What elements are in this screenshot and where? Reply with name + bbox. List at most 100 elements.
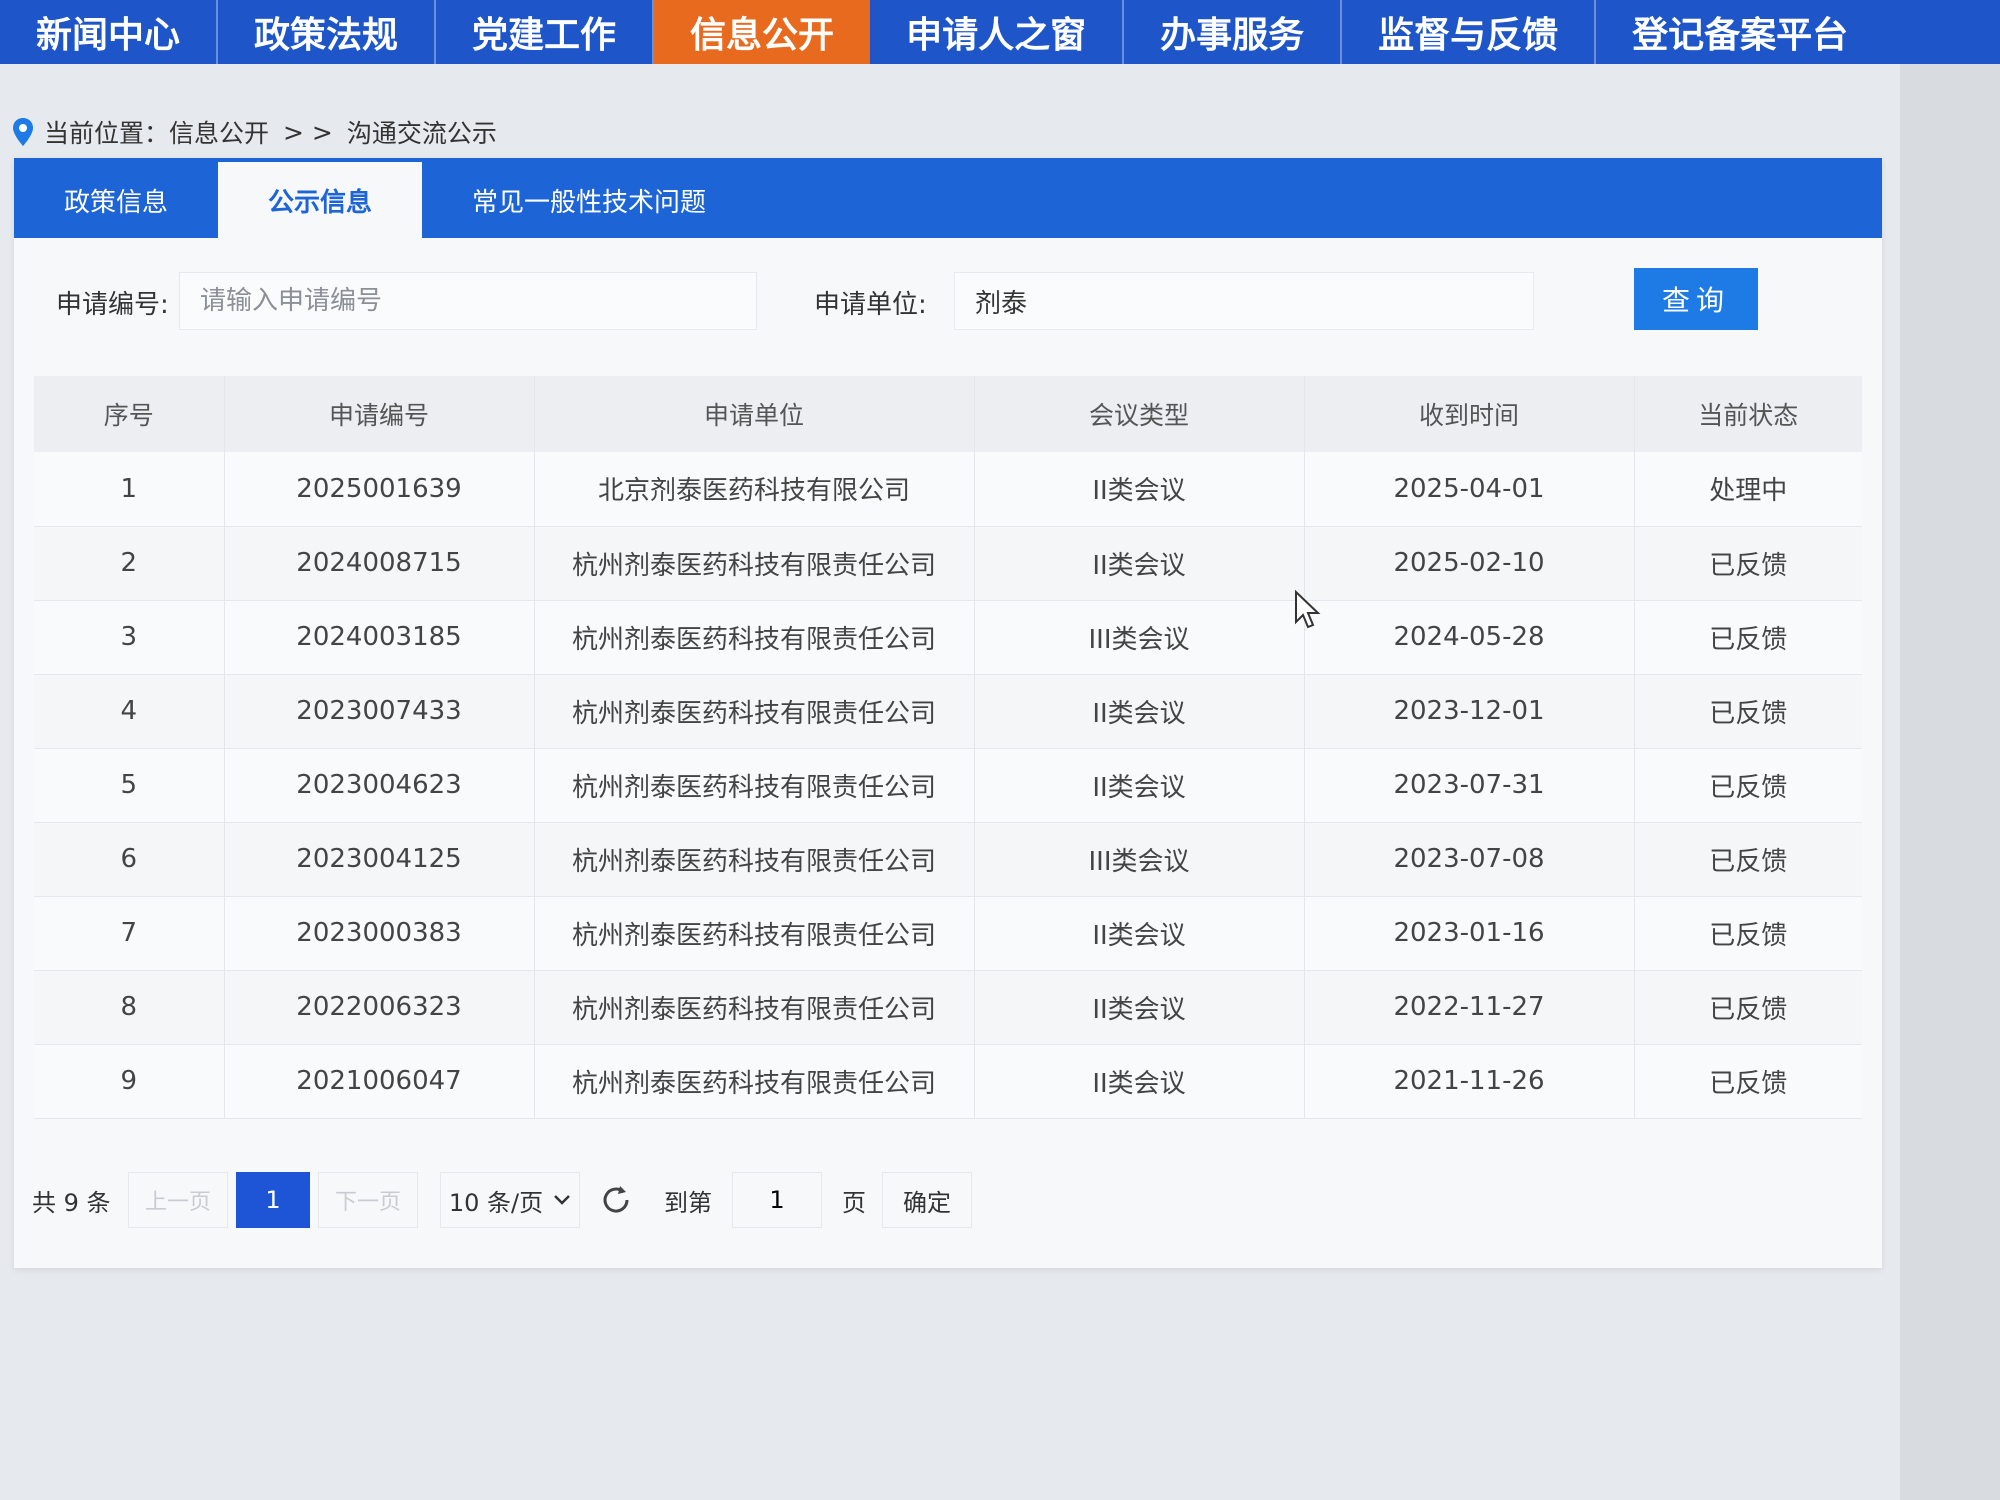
- table-row[interactable]: 3 2024003185 杭州剂泰医药科技有限责任公司 III类会议 2024-05-2…: [34, 600, 1862, 674]
- table-cell: 2: [34, 526, 225, 600]
- top-navigation: 新闻中心 政策法规 党建工作 信息公开 申请人之窗 办事服务 监督与反馈 登记备案平台: [0, 0, 2000, 64]
- table-cell: 北京剂泰医药科技有限公司: [534, 452, 975, 526]
- prev-page-button[interactable]: 上一页: [128, 1172, 228, 1228]
- table-cell: 2024003185: [224, 600, 535, 674]
- pagination: 共 9 条 上一页 1 下一页 10 条/页 到第 页 确定: [14, 1168, 1114, 1232]
- refresh-icon[interactable]: [598, 1182, 634, 1218]
- nav-item-1[interactable]: 政策法规: [218, 0, 437, 64]
- table-cell: 2021-11-26: [1304, 1044, 1635, 1118]
- table-cell: 杭州剂泰医药科技有限责任公司: [534, 1044, 975, 1118]
- table-cell: 6: [34, 822, 225, 896]
- table-cell: II类会议: [974, 674, 1305, 748]
- table-cell: 2024-05-28: [1304, 600, 1635, 674]
- table-cell: II类会议: [974, 1044, 1305, 1118]
- table-cell: 4: [34, 674, 225, 748]
- total-count: 共 9 条: [32, 1188, 111, 1217]
- table-row[interactable]: 5 2023004623 杭州剂泰医药科技有限责任公司 II类会议 2023-07-31…: [34, 748, 1862, 822]
- nav-item-7[interactable]: 登记备案平台: [1596, 0, 1884, 64]
- page-size-select[interactable]: 10 条/页: [440, 1172, 580, 1228]
- table-row[interactable]: 8 2022006323 杭州剂泰医药科技有限责任公司 II类会议 2022-11-27…: [34, 970, 1862, 1044]
- table-cell: 杭州剂泰医药科技有限责任公司: [534, 526, 975, 600]
- table-cell: 已反馈: [1709, 920, 1788, 951]
- column-header-4: 收到时间: [1304, 376, 1635, 452]
- table-cell: 处理中: [1709, 476, 1788, 507]
- table-cell: 2025-04-01: [1304, 452, 1635, 526]
- column-header-1: 申请编号: [224, 376, 535, 452]
- table-cell: 2023000383: [224, 896, 535, 970]
- table-cell: II类会议: [974, 452, 1305, 526]
- nav-item-6[interactable]: 监督与反馈: [1342, 0, 1597, 64]
- nav-item-0[interactable]: 新闻中心: [0, 0, 219, 64]
- table-cell: 已反馈: [1709, 550, 1788, 581]
- goto-confirm-button[interactable]: 确定: [882, 1172, 972, 1228]
- table-cell: 7: [34, 896, 225, 970]
- table-row[interactable]: 9 2021006047 杭州剂泰医药科技有限责任公司 II类会议 2021-11-26…: [34, 1044, 1862, 1118]
- table-cell: 2025-02-10: [1304, 526, 1635, 600]
- nav-item-4[interactable]: 申请人之窗: [870, 0, 1125, 64]
- goto-label: 到第: [664, 1188, 712, 1217]
- table-cell: 3: [34, 600, 225, 674]
- next-page-button[interactable]: 下一页: [318, 1172, 418, 1228]
- table-row[interactable]: 7 2023000383 杭州剂泰医药科技有限责任公司 II类会议 2023-01-16…: [34, 896, 1862, 970]
- table-row[interactable]: 1 2025001639 北京剂泰医药科技有限公司 II类会议 2025-04-01 处理…: [34, 452, 1862, 526]
- table-cell: 1: [34, 452, 225, 526]
- nav-item-5[interactable]: 办事服务: [1124, 0, 1343, 64]
- table-cell: III类会议: [974, 822, 1305, 896]
- application-number-input[interactable]: [179, 272, 757, 330]
- location-pin-icon: [13, 118, 33, 146]
- table-cell: 2023007433: [224, 674, 535, 748]
- table-cell: 2023-12-01: [1304, 674, 1635, 748]
- column-header-2: 申请单位: [534, 376, 975, 452]
- table-cell: II类会议: [974, 970, 1305, 1044]
- content-panel: 政策信息公示信息常见一般性技术问题 申请编号: 申请单位: 查询 序号申请编号申…: [14, 158, 1882, 1268]
- breadcrumb-section[interactable]: 信息公开: [169, 114, 269, 150]
- applicant-unit-input[interactable]: [954, 272, 1534, 330]
- mouse-cursor-icon: [1295, 590, 1321, 629]
- table-cell: 已反馈: [1709, 994, 1788, 1025]
- search-form: 申请编号: 申请单位: 查询: [14, 268, 1882, 338]
- nav-item-2[interactable]: 党建工作: [436, 0, 655, 64]
- breadcrumb-separator: > >: [283, 117, 333, 147]
- table-cell: 2022006323: [224, 970, 535, 1044]
- breadcrumb-prefix: 当前位置：: [44, 119, 170, 148]
- page-number-button[interactable]: 1: [236, 1172, 310, 1228]
- table-cell: 8: [34, 970, 225, 1044]
- nav-item-3[interactable]: 信息公开: [654, 0, 871, 64]
- table-cell: II类会议: [974, 896, 1305, 970]
- column-header-5: 当前状态: [1698, 401, 1799, 430]
- table-cell: 已反馈: [1709, 698, 1788, 729]
- table-cell: II类会议: [974, 526, 1305, 600]
- table-cell: II类会议: [974, 748, 1305, 822]
- chevron-down-icon: [554, 1195, 571, 1205]
- tab-bar: 政策信息 公示信息 常见一般性技术问题: [14, 158, 1882, 238]
- tab-0[interactable]: 政策信息: [14, 162, 218, 238]
- table-row[interactable]: 4 2023007433 杭州剂泰医药科技有限责任公司 II类会议 2023-12-01…: [34, 674, 1862, 748]
- table-cell: III类会议: [974, 600, 1305, 674]
- table-cell: 杭州剂泰医药科技有限责任公司: [534, 896, 975, 970]
- table-cell: 杭州剂泰医药科技有限责任公司: [534, 674, 975, 748]
- table-cell: 2021006047: [224, 1044, 535, 1118]
- table-cell: 2023-07-31: [1304, 748, 1635, 822]
- table-cell: 2023-01-16: [1304, 896, 1635, 970]
- page-suffix: 页: [842, 1188, 866, 1217]
- applicant-unit-label: 申请单位:: [814, 290, 927, 320]
- goto-page-input[interactable]: [732, 1172, 822, 1228]
- tab-1[interactable]: 公示信息: [218, 162, 423, 238]
- table-cell: 2023004623: [224, 748, 535, 822]
- table-cell: 杭州剂泰医药科技有限责任公司: [534, 822, 975, 896]
- breadcrumb-current: 沟通交流公示: [346, 119, 497, 148]
- breadcrumb: 当前位置： 信息公开 > > 沟通交流公示: [12, 112, 497, 152]
- table-cell: 已反馈: [1709, 1068, 1788, 1099]
- table-cell: 已反馈: [1709, 846, 1788, 877]
- tab-2[interactable]: 常见一般性技术问题: [422, 162, 756, 238]
- page-margin: [1900, 64, 2000, 1500]
- page-size-value: 10 条/页: [448, 1188, 544, 1217]
- table-row[interactable]: 2 2024008715 杭州剂泰医药科技有限责任公司 II类会议 2025-02-10…: [34, 526, 1862, 600]
- column-header-3: 会议类型: [974, 376, 1305, 452]
- table-cell: 2025001639: [224, 452, 535, 526]
- table-cell: 5: [34, 748, 225, 822]
- table-row[interactable]: 6 2023004125 杭州剂泰医药科技有限责任公司 III类会议 2023-07-0…: [34, 822, 1862, 896]
- table-cell: 已反馈: [1709, 772, 1788, 803]
- query-button[interactable]: 查询: [1634, 268, 1758, 330]
- table-cell: 2024008715: [224, 526, 535, 600]
